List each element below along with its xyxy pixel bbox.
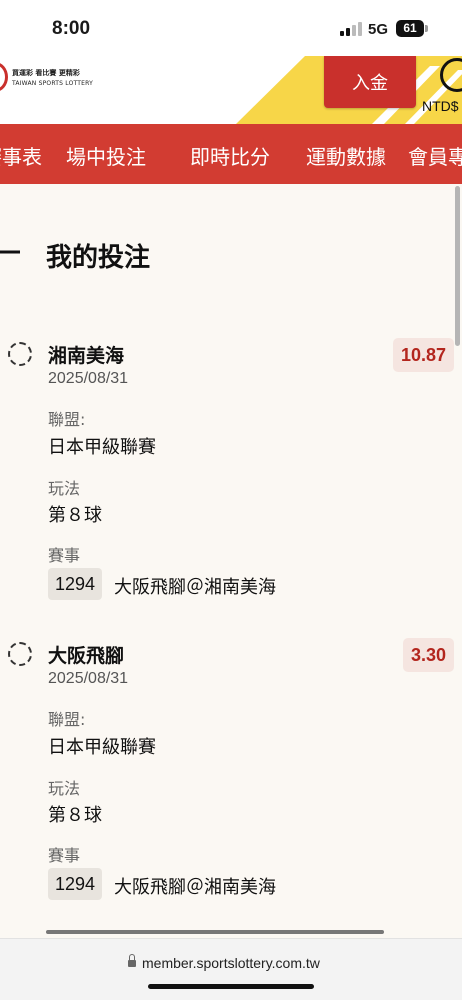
- match-id-badge: 1294: [48, 568, 103, 600]
- network-label: 5G: [368, 21, 389, 38]
- main-nav: 賽事表 場中投注 即時比分 運動數據 會員專區: [0, 124, 462, 184]
- site-header: 買運彩 看比賽 更精彩 TAIWAN SPORTS LOTTERY 入金 NTD…: [0, 56, 462, 124]
- league-label: 聯盟:: [48, 410, 86, 429]
- battery-tip: [425, 25, 428, 32]
- home-indicator[interactable]: [148, 984, 314, 989]
- nav-item-member-area[interactable]: 會員專區: [408, 141, 462, 170]
- deposit-button[interactable]: 入金: [324, 56, 416, 108]
- nav-item-schedule[interactable]: 賽事表: [0, 141, 42, 170]
- league-value: 日本甲級聯賽: [48, 737, 156, 758]
- league-label: 聯盟:: [48, 710, 86, 729]
- nav-item-sports-data[interactable]: 運動數據: [306, 141, 386, 170]
- nav-item-live-betting[interactable]: 場中投注: [66, 141, 146, 170]
- horizontal-scrollbar[interactable]: [46, 930, 384, 934]
- match-id-badge: 1294: [48, 868, 103, 900]
- page-title: 我的投注: [46, 243, 151, 273]
- event-label: 賽事: [48, 546, 81, 565]
- odds-badge: 10.87: [392, 338, 454, 372]
- browser-url-bar[interactable]: member.sportslottery.com.tw: [0, 938, 462, 1000]
- status-bar: 8:00 5G 61: [0, 0, 462, 56]
- bet-team: 大阪飛腳: [48, 645, 125, 667]
- battery-icon: 61: [396, 20, 424, 37]
- bet-team: 湘南美海: [48, 345, 125, 367]
- back-arrow-icon[interactable]: [0, 240, 22, 264]
- currency-label: NTD$: [422, 98, 459, 114]
- match-name: 大阪飛腳＠湘南美海: [114, 577, 276, 598]
- play-label: 玩法: [48, 779, 81, 798]
- scrollbar[interactable]: [455, 186, 460, 346]
- signal-icon: [340, 22, 362, 36]
- logo-slogan[interactable]: 買運彩 看比賽 更精彩: [12, 68, 80, 78]
- logo-subtitle[interactable]: TAIWAN SPORTS LOTTERY: [12, 80, 93, 87]
- bet-date: 2025/08/31: [48, 370, 129, 387]
- select-radio-icon[interactable]: [8, 642, 32, 666]
- play-value: 第８球: [48, 805, 102, 826]
- play-value: 第８球: [48, 505, 102, 526]
- play-label: 玩法: [48, 479, 81, 498]
- bet-date: 2025/08/31: [48, 670, 129, 687]
- event-label: 賽事: [48, 846, 81, 865]
- select-radio-icon[interactable]: [8, 342, 32, 366]
- league-value: 日本甲級聯賽: [48, 437, 156, 458]
- match-name: 大阪飛腳＠湘南美海: [114, 877, 276, 898]
- lock-icon: [128, 954, 136, 968]
- url-text[interactable]: member.sportslottery.com.tw: [142, 955, 320, 971]
- status-time: 8:00: [52, 18, 91, 39]
- nav-item-live-scores[interactable]: 即時比分: [190, 141, 270, 170]
- odds-badge: 3.30: [402, 638, 454, 672]
